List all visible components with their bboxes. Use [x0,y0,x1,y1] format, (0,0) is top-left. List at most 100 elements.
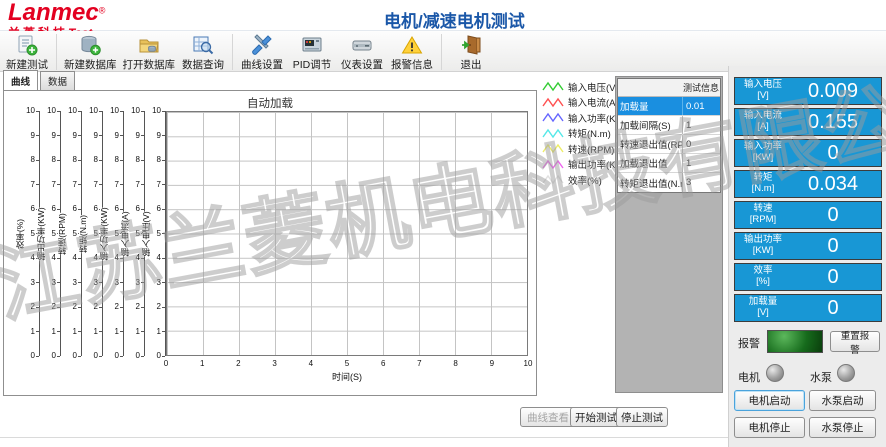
open-database-icon [138,34,160,56]
toolbar-label: 仪表设置 [341,57,383,72]
meter-settings-icon [351,34,373,56]
new-test-icon [16,34,38,56]
y-axis: 109876543210输入电压(V) [145,111,166,356]
pid-icon [301,34,323,56]
measure-input-voltage: 输入电压[V] 0.009 [734,77,882,105]
pump-stop-button[interactable]: 水泵停止 [809,417,876,438]
x-tick: 5 [345,359,349,368]
measure-speed: 转速[RPM] 0 [734,201,882,229]
chart-title: 自动加载 [4,95,536,111]
toolbar-label: 报警信息 [391,57,433,72]
line-swatch-icon [542,143,564,154]
y-axis-name: 输出功率(KW) [37,207,46,260]
toolbar-label: 曲线设置 [241,57,283,72]
measure-value: 0.034 [791,174,881,194]
toolbar-label: 新建数据库 [64,57,117,72]
toolbar-separator [232,34,233,70]
line-swatch-icon [542,174,564,185]
motor-start-button[interactable]: 电机启动 [734,390,805,411]
measure-unit: [V] [735,308,791,319]
row-name: 加载退出值 [618,156,682,170]
motor-label: 电机 [738,369,760,385]
y-axis-name: 转矩(N.m) [79,214,88,252]
legend-label: 转速(RPM) [568,142,614,156]
y-axes: 109876543210效率(%)109876543210输出功率(KW)109… [19,111,166,356]
measure-unit: [KW] [735,246,791,257]
new-database-icon [79,34,101,56]
toolbar-label: 打开数据库 [123,57,176,72]
legend-label: 转矩(N.m) [568,126,611,140]
reset-alarm-button[interactable]: 重置报警 [830,331,880,352]
toolbar-new-database[interactable]: 新建数据库 [61,33,120,73]
pump-label: 水泵 [810,369,832,385]
measure-value: 0 [791,205,881,225]
toolbar-exit[interactable]: 退出 [446,33,496,73]
table-row[interactable]: 转矩退出值(N.m) 3 [618,173,720,192]
app-window: Lanmec® 兰菱科技Test 电机/减速电机测试 版权所有：江苏兰菱机电有限… [0,0,886,447]
curve-view-button[interactable]: 曲线查看 [520,407,576,427]
measure-value: 0 [791,298,881,318]
x-tick: 4 [309,359,313,368]
alarm-label: 报警 [738,335,760,351]
logo-text: Lanmec [8,0,99,26]
y-axis-name: 输入电压(V) [142,211,151,256]
toolbar-separator [56,34,57,70]
row-value: 0 [682,135,720,153]
start-test-button[interactable]: 开始测试 [570,407,622,427]
measure-value: 0.155 [791,112,881,132]
toolbar-alarm-info[interactable]: 报警信息 [387,33,437,73]
motor-stop-button[interactable]: 电机停止 [734,417,805,438]
table-row[interactable]: 加载间隔(S) 1 [618,116,720,135]
pump-start-button[interactable]: 水泵启动 [809,390,876,411]
toolbar-meter-settings[interactable]: 仪表设置 [337,33,387,73]
toolbar-pid[interactable]: PID调节 [287,33,337,73]
row-value: 1 [682,154,720,172]
row-value: 1 [682,116,720,134]
x-axis-label: 时间(S) [166,370,528,383]
x-tick: 8 [453,359,457,368]
row-name: 加载量 [618,99,682,113]
table-row[interactable]: 转速退出值(RPM) 0 [618,135,720,154]
toolbar-new-test[interactable]: 新建测试 [2,33,52,73]
measure-input-power: 输入功率[KW] 0 [734,139,882,167]
measure-unit: [RPM] [735,215,791,226]
table-row[interactable]: 加载退出值 1 [618,154,720,173]
alarm-indicator [767,330,823,353]
measure-efficiency: 效率[%] 0 [734,263,882,291]
row-value: 3 [682,173,720,192]
toolbar-data-query[interactable]: 数据查询 [178,33,228,73]
test-info-panel: 测试信息 加载量 0.01 加载间隔(S) 1 转速退出值(RPM) 0 加载退… [615,76,723,393]
row-name: 加载间隔(S) [618,118,682,132]
measure-value: 0 [791,267,881,287]
y-axis-name: 输入功率(KW) [100,207,109,260]
row-name: 转速退出值(RPM) [618,137,682,151]
header-title: 测试信息 [682,81,720,94]
measure-value: 0 [791,143,881,163]
x-tick: 0 [164,359,168,368]
measure-unit: [%] [735,277,791,288]
toolbar-curve-settings[interactable]: 曲线设置 [237,33,287,73]
header: Lanmec® 兰菱科技Test 电机/减速电机测试 [0,0,886,31]
measure-unit: [A] [735,122,791,133]
measure-unit: [V] [735,91,791,102]
alarm-info-icon [401,34,423,56]
y-axis-name: 效率(%) [16,218,25,248]
legend-label: 效率(%) [568,173,602,187]
pump-led [837,364,855,382]
stop-test-button[interactable]: 停止测试 [616,407,668,427]
toolbar-label: 退出 [461,57,482,72]
line-swatch-icon [542,128,564,139]
tab-strip: 曲线 数据 [3,75,77,90]
toolbar-open-database[interactable]: 打开数据库 [120,33,179,73]
tab-data[interactable]: 数据 [40,71,75,90]
row-value: 0.01 [682,97,720,115]
tab-curve[interactable]: 曲线 [3,70,38,90]
plot-area[interactable] [166,111,528,356]
x-tick: 6 [381,359,385,368]
bottom-divider [0,437,728,438]
line-swatch-icon [542,97,564,108]
measure-input-current: 输入电流[A] 0.155 [734,108,882,136]
measure-unit: [N.m] [735,184,791,195]
table-row[interactable]: 加载量 0.01 [618,97,720,116]
registered-mark: ® [99,6,106,16]
